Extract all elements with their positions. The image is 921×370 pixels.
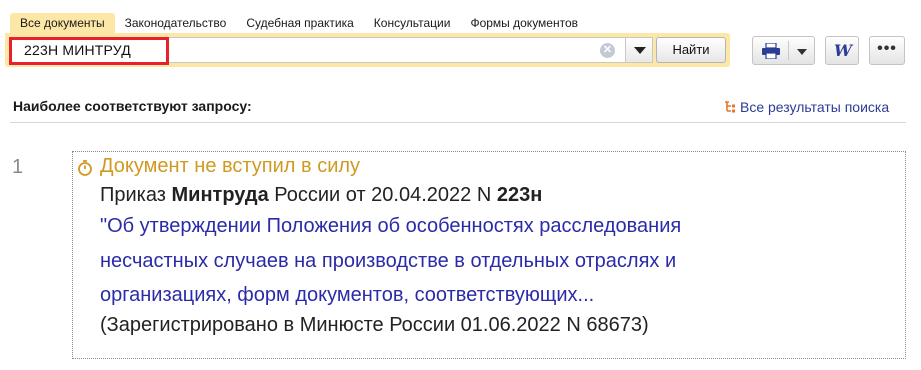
document-title-line[interactable]: "Об утверждении Положения об особенностя… [100, 215, 681, 238]
all-results-link[interactable]: Все результаты поиска [724, 99, 889, 115]
search-history-dropdown[interactable] [625, 37, 653, 63]
results-heading: Наиболее соответствуют запросу: [13, 98, 252, 114]
chevron-down-icon [634, 47, 646, 54]
divider [788, 41, 789, 60]
document-title-line[interactable]: несчастных случаев на производстве в отд… [100, 250, 676, 273]
document-title-line[interactable]: организациях, форм документов, соответст… [100, 284, 594, 307]
search-bar: 223Н МИНТРУД ✕ Найти [5, 33, 730, 67]
print-button[interactable] [752, 36, 815, 65]
tab-court-practice[interactable]: Судебная практика [236, 13, 363, 33]
document-heading: Приказ Минтруда России от 20.04.2022 N 2… [100, 184, 542, 207]
doc-type: Приказ [100, 184, 172, 206]
find-button[interactable]: Найти [656, 37, 726, 63]
status-text: Документ не вступил в силу [100, 155, 361, 177]
clear-icon[interactable]: ✕ [600, 43, 615, 58]
search-tabs: Все документы Законодательство Судебная … [10, 13, 588, 33]
chevron-down-icon[interactable] [797, 49, 807, 55]
word-export-icon: W [834, 41, 852, 60]
more-button[interactable]: ••• [869, 36, 905, 65]
doc-number: 223н [496, 184, 543, 206]
tree-list-icon [725, 101, 735, 113]
tab-consultations[interactable]: Консультации [364, 13, 461, 33]
more-icon: ••• [877, 40, 897, 57]
search-query-text: 223Н МИНТРУД [24, 42, 131, 58]
printer-icon [762, 43, 780, 59]
result-number: 1 [12, 156, 24, 178]
registration-info: (Зарегистрировано в Минюсте России 01.06… [100, 314, 649, 336]
doc-issuer: Минтруда [171, 184, 269, 206]
clock-icon [78, 160, 92, 176]
doc-date: России от 20.04.2022 N [268, 184, 497, 206]
all-results-label: Все результаты поиска [740, 99, 890, 115]
search-input[interactable]: 223Н МИНТРУД ✕ [9, 37, 626, 65]
word-export-button[interactable]: W [825, 36, 859, 65]
tab-document-forms[interactable]: Формы документов [460, 13, 588, 33]
tab-all-documents[interactable]: Все документы [10, 13, 115, 33]
divider [10, 122, 906, 123]
tab-legislation[interactable]: Законодательство [115, 13, 237, 33]
